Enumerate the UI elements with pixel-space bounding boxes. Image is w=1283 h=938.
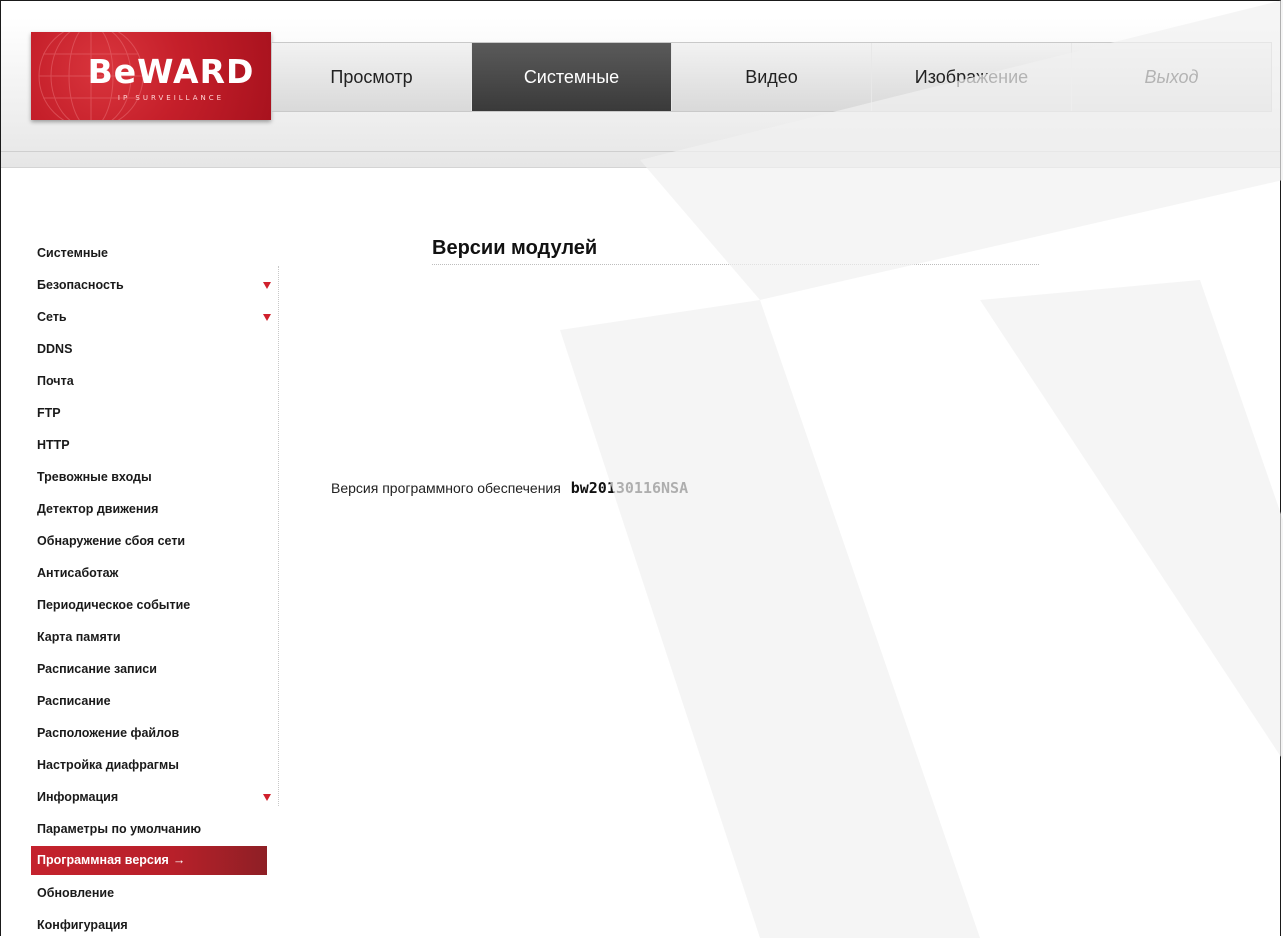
- sidebar-item-http[interactable]: HTTP: [31, 429, 267, 461]
- sidebar-item-motion-detection[interactable]: Детектор движения: [31, 493, 267, 525]
- sidebar-item-label: Расписание записи: [37, 662, 157, 676]
- sidebar-item-label: Настройка диафрагмы: [37, 758, 179, 772]
- sidebar-item-label: FTP: [37, 406, 61, 420]
- sidebar-item-label: Почта: [37, 374, 74, 388]
- sidebar-item-network-failure[interactable]: Обнаружение сбоя сети: [31, 525, 267, 557]
- sidebar-item-label: Системные: [37, 246, 108, 260]
- header: BeWARD IP SURVEILLANCE Просмотр Системны…: [1, 1, 1280, 168]
- sidebar-item-software-version[interactable]: Программная версия →: [31, 846, 267, 875]
- brand-logo[interactable]: BeWARD IP SURVEILLANCE: [31, 32, 271, 120]
- expand-arrow-icon: [263, 794, 271, 801]
- sidebar-item-defaults[interactable]: Параметры по умолчанию: [31, 813, 267, 845]
- title-divider: [432, 264, 1039, 265]
- sidebar-item-label: Сеть: [37, 310, 67, 324]
- logo-text: BeWARD: [87, 52, 255, 91]
- firmware-version-value: bw20130116NSA: [570, 479, 689, 497]
- sidebar-item-record-schedule[interactable]: Расписание записи: [31, 653, 267, 685]
- sidebar-item-label: Детектор движения: [37, 502, 159, 516]
- sidebar-item-information[interactable]: Информация: [31, 781, 271, 813]
- sidebar-item-file-location[interactable]: Расположение файлов: [31, 717, 267, 749]
- tab-logout[interactable]: Выход: [1071, 43, 1271, 111]
- sidebar-item-memory-card[interactable]: Карта памяти: [31, 621, 267, 653]
- app-window: BeWARD IP SURVEILLANCE Просмотр Системны…: [0, 0, 1281, 936]
- tab-video[interactable]: Видео: [671, 43, 871, 111]
- sidebar-item-label: HTTP: [37, 438, 70, 452]
- sidebar-item-network[interactable]: Сеть: [31, 301, 271, 333]
- sidebar-item-label: Карта памяти: [37, 630, 121, 644]
- sidebar-item-ddns[interactable]: DDNS: [31, 333, 267, 365]
- sidebar-item-label: Конфигурация: [37, 918, 128, 932]
- page-title: Версии модулей: [432, 237, 598, 259]
- sidebar: Системные Безопасность Сеть DDNS Почта F…: [31, 237, 281, 936]
- tab-system[interactable]: Системные: [471, 43, 671, 111]
- sidebar-item-periodic-event[interactable]: Периодическое событие: [31, 589, 267, 621]
- sidebar-item-label: Тревожные входы: [37, 470, 152, 484]
- sidebar-item-label: Расписание: [37, 694, 111, 708]
- tab-view[interactable]: Просмотр: [272, 43, 471, 111]
- sidebar-item-mail[interactable]: Почта: [31, 365, 267, 397]
- expand-arrow-icon: [263, 314, 271, 321]
- sidebar-item-label: Информация: [37, 790, 119, 804]
- sidebar-item-label: Расположение файлов: [37, 726, 180, 740]
- sidebar-item-label: Безопасность: [37, 278, 124, 292]
- sidebar-item-label: DDNS: [37, 342, 73, 356]
- top-navigation: Просмотр Системные Видео Изображение Вых…: [271, 42, 1272, 112]
- sidebar-item-label: Параметры по умолчанию: [37, 822, 202, 836]
- header-divider: [1, 151, 1280, 152]
- sidebar-item-configuration[interactable]: Конфигурация: [31, 909, 267, 936]
- sidebar-item-security[interactable]: Безопасность: [31, 269, 271, 301]
- sidebar-item-ftp[interactable]: FTP: [31, 397, 267, 429]
- right-arrow-icon: →: [172, 853, 186, 867]
- sidebar-item-label: Программная версия: [37, 853, 169, 867]
- tab-image[interactable]: Изображение: [871, 43, 1071, 111]
- logo-subtext: IP SURVEILLANCE: [117, 94, 225, 102]
- firmware-version-label: Версия программного обеспечения: [331, 480, 561, 496]
- sidebar-item-alarm-inputs[interactable]: Тревожные входы: [31, 461, 267, 493]
- sidebar-item-system[interactable]: Системные: [31, 237, 267, 269]
- sidebar-item-label: Периодическое событие: [37, 598, 191, 612]
- firmware-version-row: Версия программного обеспечения bw201301…: [331, 479, 688, 497]
- expand-arrow-icon: [263, 282, 271, 289]
- sidebar-item-schedule[interactable]: Расписание: [31, 685, 267, 717]
- sidebar-item-label: Обнаружение сбоя сети: [37, 534, 186, 548]
- sidebar-item-label: Обновление: [37, 886, 115, 900]
- sidebar-item-iris-settings[interactable]: Настройка диафрагмы: [31, 749, 267, 781]
- sidebar-item-update[interactable]: Обновление: [31, 877, 267, 909]
- sidebar-item-tamper[interactable]: Антисаботаж: [31, 557, 267, 589]
- sidebar-item-label: Антисаботаж: [37, 566, 119, 580]
